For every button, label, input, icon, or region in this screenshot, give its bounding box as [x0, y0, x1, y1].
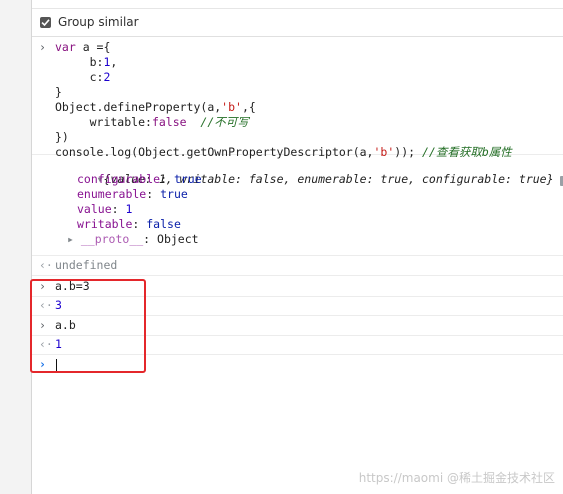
result-text: undefined	[55, 258, 118, 272]
prompt-chevron-icon: ›	[39, 40, 46, 54]
checkmark-icon	[41, 18, 50, 26]
group-similar-setting[interactable]: Group similar	[32, 8, 563, 37]
info-icon[interactable]: i	[559, 176, 563, 186]
prop-row: enumerable: true	[77, 187, 188, 201]
console-input-entry[interactable]: › var a ={ b:1, c:2 } Object.definePrope…	[32, 38, 563, 159]
left-gutter	[0, 0, 32, 494]
return-arrow-icon: ‹·	[39, 258, 53, 272]
group-similar-label: Group similar	[58, 15, 139, 29]
prop-row: value: 1	[77, 202, 133, 216]
group-similar-checkbox[interactable]	[40, 16, 51, 28]
collapsed-triangle-icon[interactable]: ▸	[67, 232, 81, 246]
watermark: https://maomi @稀土掘金技术社区	[358, 471, 555, 485]
console-log-output: ▾{value: 1, writable: false, enumerable:…	[32, 155, 563, 256]
object-summary-row[interactable]: ▾{value: 1, writable: false, enumerable:…	[32, 155, 563, 186]
prop-row: writable: false	[77, 217, 181, 231]
highlight-box	[30, 279, 146, 373]
console-panel: Group similar › var a ={ b:1, c:2 } Obje…	[32, 0, 563, 494]
console-result-entry: ‹· undefined	[32, 256, 563, 276]
proto-row[interactable]: ▸ __proto__: Object	[32, 232, 563, 247]
input-code-block[interactable]: var a ={ b:1, c:2 } Object.definePropert…	[32, 38, 563, 160]
